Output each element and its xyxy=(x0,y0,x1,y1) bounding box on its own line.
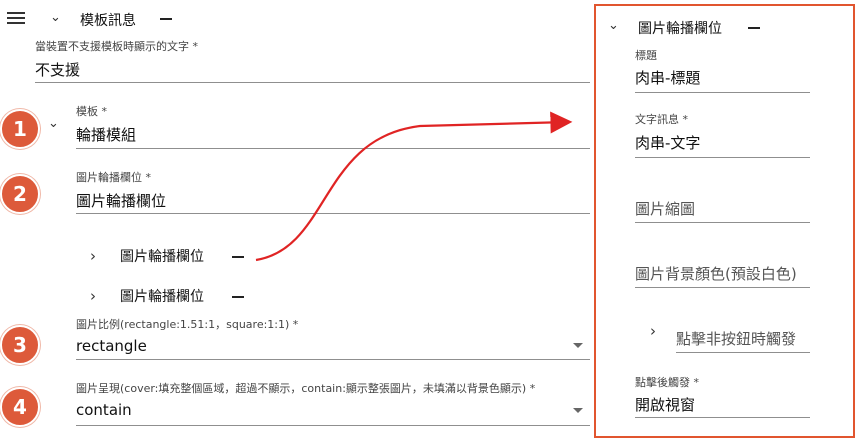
text-label: 文字訊息 * xyxy=(635,113,688,126)
bg-color-underline xyxy=(635,287,810,288)
column-item-2[interactable]: 圖片輪播欄位 xyxy=(120,286,204,306)
step-badge-3: 3 xyxy=(0,325,40,365)
text-underline xyxy=(635,157,810,158)
title-label: 標題 xyxy=(635,49,657,62)
minus-icon[interactable] xyxy=(232,256,244,258)
image-size-select[interactable]: contain xyxy=(76,401,132,419)
carousel-column-label: 圖片輪播欄位 * xyxy=(76,171,151,184)
chevron-down-icon[interactable]: ⌄ xyxy=(50,10,61,25)
image-ratio-underline xyxy=(76,359,590,360)
collapse-icon[interactable] xyxy=(160,18,172,20)
title-input[interactable]: 肉串-標題 xyxy=(635,67,700,88)
chevron-down-icon[interactable]: ⌄ xyxy=(48,116,59,131)
alt-text-label: 當裝置不支援模板時顯示的文字 * xyxy=(35,40,198,53)
thumbnail-underline xyxy=(635,222,810,223)
title-underline xyxy=(635,92,810,93)
minus-icon[interactable] xyxy=(232,296,244,298)
template-label: 模板 * xyxy=(76,105,107,118)
step-badge-1: 1 xyxy=(0,109,40,149)
menu-icon[interactable] xyxy=(7,12,25,27)
step-badge-2: 2 xyxy=(0,174,40,214)
chevron-right-icon[interactable]: › xyxy=(90,247,96,265)
minus-icon[interactable] xyxy=(748,27,760,29)
non-button-trigger[interactable]: 點擊非按鈕時觸發 xyxy=(676,328,796,349)
column-item-1[interactable]: 圖片輪播欄位 xyxy=(120,246,204,266)
click-action-underline xyxy=(635,417,810,418)
alt-text-underline xyxy=(35,82,590,83)
non-button-underline xyxy=(676,352,810,353)
chevron-right-icon[interactable]: › xyxy=(650,322,656,340)
image-ratio-select[interactable]: rectangle xyxy=(76,337,147,355)
dropdown-arrow-icon[interactable] xyxy=(573,408,583,413)
section-title: 模板訊息 xyxy=(80,13,136,29)
chevron-down-icon[interactable]: ⌄ xyxy=(608,18,619,33)
carousel-column-panel: ⌄ 圖片輪播欄位 標題 肉串-標題 文字訊息 * 肉串-文字 圖片縮圖 圖片背景… xyxy=(594,4,855,438)
image-size-underline xyxy=(76,425,590,426)
bg-color-input[interactable]: 圖片背景顏色(預設白色) xyxy=(635,263,797,284)
click-action-input[interactable]: 開啟視窗 xyxy=(635,394,695,415)
chevron-right-icon[interactable]: › xyxy=(90,287,96,305)
panel-title: 圖片輪播欄位 xyxy=(638,21,722,37)
image-ratio-label: 圖片比例(rectangle:1.51:1，square:1:1) * xyxy=(76,318,299,331)
image-size-label: 圖片呈現(cover:填充整個區域，超過不顯示，contain:顯示整張圖片，未… xyxy=(76,382,536,395)
click-action-label: 點擊後觸發 * xyxy=(635,376,699,389)
step-badge-4: 4 xyxy=(0,387,40,427)
callout-arrow xyxy=(255,111,573,262)
thumbnail-input[interactable]: 圖片縮圖 xyxy=(635,198,695,219)
dropdown-arrow-icon[interactable] xyxy=(573,343,583,348)
alt-text-input[interactable]: 不支援 xyxy=(35,59,80,80)
template-select[interactable]: 輪播模組 xyxy=(76,124,136,145)
text-input[interactable]: 肉串-文字 xyxy=(635,132,700,153)
carousel-column-input[interactable]: 圖片輪播欄位 xyxy=(76,190,166,211)
